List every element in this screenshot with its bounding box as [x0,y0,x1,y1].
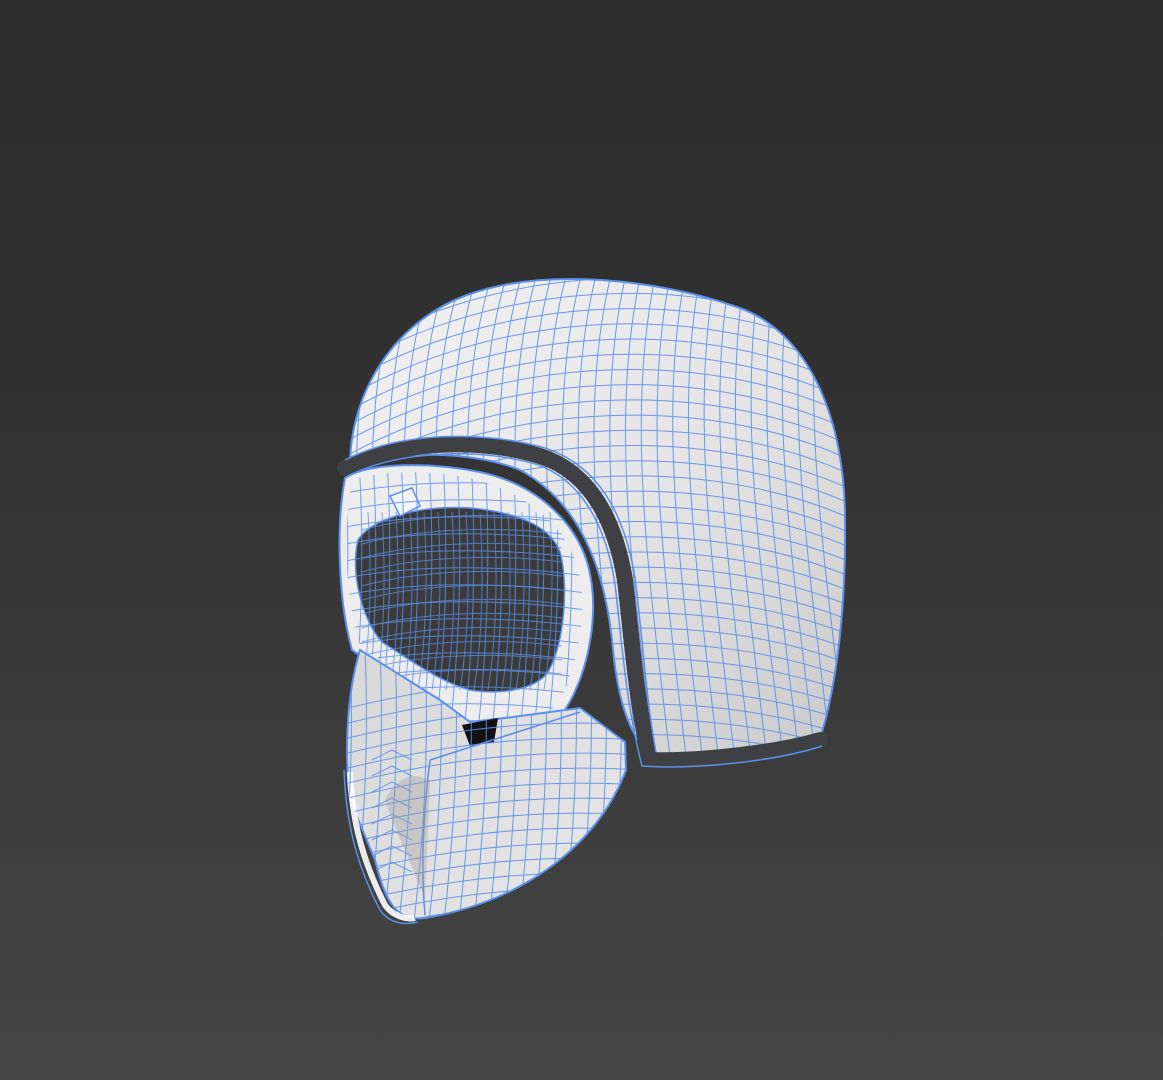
helmet-model[interactable] [0,0,1163,1080]
3d-viewport[interactable] [0,0,1163,1080]
